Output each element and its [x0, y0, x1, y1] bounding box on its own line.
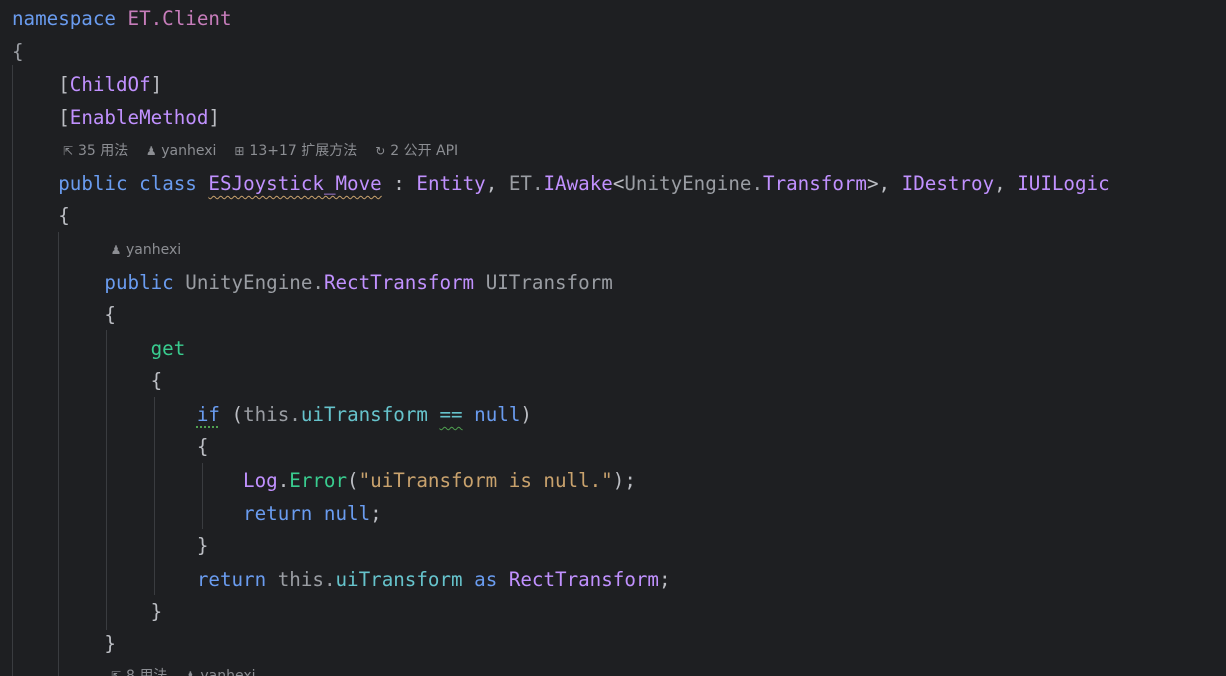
- code-line-getter-open-brace[interactable]: {: [12, 364, 163, 397]
- method-error[interactable]: Error: [289, 469, 347, 492]
- bracket-close: ]: [208, 106, 220, 129]
- base-type-entity[interactable]: Entity: [416, 172, 485, 195]
- attribute-childof[interactable]: ChildOf: [70, 73, 151, 96]
- interface-idestroy[interactable]: IDestroy: [902, 172, 994, 195]
- namespace-et[interactable]: ET: [509, 172, 532, 195]
- code-editor[interactable]: namespace ET.Client { [ChildOf] [EnableM…: [0, 0, 1226, 676]
- field-uitransform[interactable]: uiTransform: [336, 568, 463, 591]
- code-line-return-null[interactable]: return null;: [12, 497, 382, 530]
- hint-author[interactable]: ♟ yanhexi: [183, 668, 256, 676]
- code-line-class-declaration[interactable]: public class ESJoystick_Move : Entity, E…: [12, 167, 1109, 200]
- keyword-this: this: [277, 568, 324, 591]
- bracket-open: [: [58, 106, 70, 129]
- code-line-if-statement[interactable]: if (this.uiTransform == null): [12, 398, 532, 431]
- interface-iawake[interactable]: IAwake: [544, 172, 613, 195]
- inlay-hint-property: ♟ yanhexi: [109, 234, 182, 267]
- code-line-attribute-enablemethod[interactable]: [EnableMethod]: [12, 101, 220, 134]
- usages-icon: ⇱: [62, 144, 74, 158]
- keyword-this: this: [243, 403, 290, 426]
- keyword-null: null: [323, 502, 371, 525]
- interface-iuilogic[interactable]: IUILogic: [1017, 172, 1109, 195]
- brace-open: {: [196, 435, 209, 458]
- code-line-property-open-brace[interactable]: {: [12, 298, 116, 331]
- keyword-as: as: [474, 568, 498, 591]
- code-line-class-open-brace[interactable]: {: [12, 199, 70, 232]
- brace-open: {: [12, 40, 24, 63]
- namespace-unityengine[interactable]: UnityEngine: [624, 172, 751, 195]
- brace-close: }: [196, 534, 209, 557]
- type-recttransform[interactable]: RectTransform: [509, 568, 659, 591]
- string-literal: "uiTransform is null.": [358, 469, 613, 492]
- brace-open: {: [150, 369, 163, 392]
- bracket-open: [: [58, 73, 70, 96]
- extension-methods-icon: ⊞: [234, 144, 245, 158]
- code-line-getter-close-brace[interactable]: }: [12, 595, 163, 628]
- code-line-namespace-open-brace[interactable]: {: [12, 35, 24, 68]
- keyword-class: class: [139, 172, 197, 195]
- class-name[interactable]: ESJoystick_Move: [208, 172, 381, 195]
- code-line-log-error[interactable]: Log.Error("uiTransform is null.");: [12, 464, 636, 497]
- public-api-icon: ↻: [375, 144, 386, 158]
- bracket-close: ]: [150, 73, 163, 96]
- keyword-null: null: [474, 403, 521, 426]
- type-log[interactable]: Log: [243, 469, 278, 492]
- keyword-namespace: namespace: [12, 7, 116, 30]
- keyword-get[interactable]: get: [151, 337, 186, 360]
- author-icon: ♟: [110, 243, 122, 257]
- namespace-unityengine[interactable]: UnityEngine: [185, 271, 312, 294]
- brace-close: }: [150, 600, 163, 623]
- code-line-namespace[interactable]: namespace ET.Client: [12, 2, 232, 35]
- field-uitransform[interactable]: uiTransform: [301, 403, 428, 426]
- inlay-hint-class: ⇱ 35 用法 ♟ yanhexi ⊞ 13+17 扩展方法 ↻ 2 公开 API: [61, 135, 458, 168]
- code-line-return-cast[interactable]: return this.uiTransform as RectTransform…: [12, 563, 671, 596]
- type-recttransform[interactable]: RectTransform: [324, 271, 474, 294]
- code-line-property-close-brace[interactable]: }: [12, 627, 116, 660]
- attribute-enablemethod[interactable]: EnableMethod: [70, 106, 209, 129]
- hint-author[interactable]: ♟ yanhexi: [144, 143, 217, 159]
- brace-open: {: [104, 303, 116, 326]
- keyword-return: return: [196, 568, 267, 591]
- hint-author[interactable]: ♟ yanhexi: [109, 242, 182, 258]
- author-icon: ♟: [145, 144, 157, 158]
- code-line-property-declaration[interactable]: public UnityEngine.RectTransform UITrans…: [12, 266, 613, 299]
- brace-close: }: [104, 632, 116, 655]
- type-transform[interactable]: Transform: [763, 172, 867, 195]
- keyword-if[interactable]: if: [197, 403, 220, 426]
- code-line-getter[interactable]: get: [12, 332, 186, 365]
- usages-icon: ⇱: [110, 669, 122, 676]
- property-name[interactable]: UITransform: [486, 271, 613, 294]
- operator-equals[interactable]: ==: [440, 403, 463, 426]
- namespace-name[interactable]: ET.Client: [128, 7, 232, 30]
- hint-public-api[interactable]: ↻ 2 公开 API: [373, 143, 458, 159]
- hint-extension-methods[interactable]: ⊞ 13+17 扩展方法: [232, 143, 357, 159]
- keyword-return: return: [243, 502, 313, 525]
- author-icon: ♟: [184, 669, 196, 676]
- hint-usages[interactable]: ⇱ 8 用法: [109, 668, 167, 676]
- inlay-hint-next-member: ⇱ 8 用法 ♟ yanhexi: [109, 660, 256, 676]
- keyword-public: public: [104, 271, 174, 294]
- hint-usages[interactable]: ⇱ 35 用法: [61, 143, 128, 159]
- brace-open: {: [58, 204, 70, 227]
- code-line-if-open-brace[interactable]: {: [12, 430, 209, 463]
- keyword-public: public: [58, 172, 128, 195]
- code-line-attribute-childof[interactable]: [ChildOf]: [12, 68, 162, 101]
- code-line-if-close-brace[interactable]: }: [12, 529, 209, 562]
